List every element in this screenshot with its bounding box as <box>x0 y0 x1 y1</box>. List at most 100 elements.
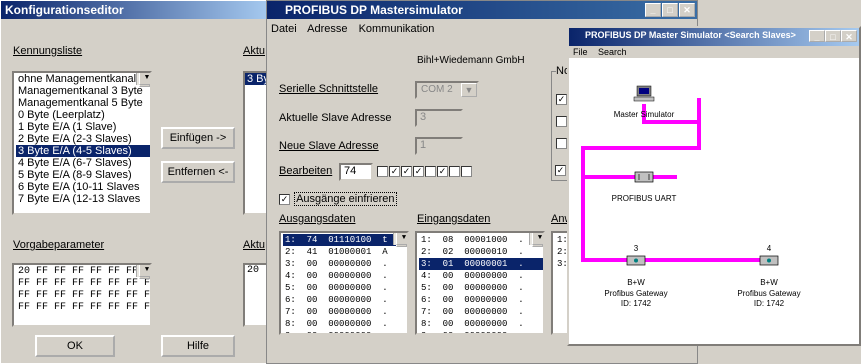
eingang-scrollbar[interactable]: ▲▼ <box>529 233 543 247</box>
uart-connector-icon[interactable] <box>634 171 654 183</box>
neue-label: Neue Slave Adresse <box>279 140 379 152</box>
bit-checkbox-4[interactable] <box>425 165 436 177</box>
kennungsliste-label: Kennungsliste <box>13 45 83 57</box>
kennungs-list-item[interactable]: 0 Byte (Leerplatz) <box>16 109 150 121</box>
eingang-row-item[interactable]: 2: 02 00000010 . <box>419 246 543 258</box>
kennungs-list-item[interactable]: 3 Byte E/A (4-5 Slaves) <box>16 145 150 157</box>
search-titlebar[interactable]: PROFIBUS DP Master Simulator <Search Sla… <box>569 28 859 46</box>
ausgang-scrollbar[interactable]: ▲▼ <box>393 233 407 247</box>
menu-search[interactable]: Search <box>598 47 627 57</box>
bit-checkboxes: ✓ ✓ ✓ ✓ <box>377 165 473 177</box>
bit-checkbox-5[interactable]: ✓ <box>437 165 448 177</box>
search-menubar: File Search <box>569 46 859 58</box>
no-checkbox-1[interactable]: ✓ <box>556 94 567 105</box>
master-title: PROFIBUS DP Mastersimulator <box>285 3 463 17</box>
kennungs-list-item[interactable]: Managementkanal 3 Byte <box>16 85 150 97</box>
ok-button[interactable]: OK <box>35 335 115 357</box>
menu-kommunikation[interactable]: Kommunikation <box>359 23 435 35</box>
bit-checkbox-1[interactable]: ✓ <box>389 165 400 177</box>
slave-3-id: ID: 1742 <box>620 299 652 308</box>
ausgaenge-checkbox[interactable]: ✓ <box>279 193 290 205</box>
master-node-label: Master Simulator <box>613 110 675 119</box>
konfig-titlebar[interactable]: Konfigurationseditor <box>1 1 269 19</box>
ausgang-row-item[interactable]: 3: 00 00000000 . <box>283 258 407 270</box>
bit-checkbox-7[interactable] <box>461 165 472 177</box>
kennungs-list-item[interactable]: 5 Byte E/A (8-9 Slaves) <box>16 169 150 181</box>
eingang-list[interactable]: 1: 08 00001000 . 2: 02 00000010 . 3: 01 00… <box>415 231 545 335</box>
kennungs-list-item[interactable]: 1 Byte E/A (1 Slave) <box>16 121 150 133</box>
menu-adresse[interactable]: Adresse <box>307 23 347 35</box>
ausgangsdaten-label: Ausgangsdaten <box>279 213 356 225</box>
seriell-select[interactable]: COM 2 ▼ <box>415 81 479 99</box>
ausgang-list[interactable]: 1: 74 01110100 t 2: 41 01000001 A 3: 00 00… <box>279 231 409 335</box>
ausgang-row-item[interactable]: 7: 00 00000000 . <box>283 306 407 318</box>
eingang-row-item[interactable]: 9: 00 00000000 . <box>419 330 543 333</box>
bit-checkbox-3[interactable]: ✓ <box>413 165 424 177</box>
vorgabe-line-item[interactable]: FF FF FF FF FF FF FF FF <box>16 278 150 290</box>
ausgang-row-item[interactable]: 1: 74 01110100 t <box>283 234 407 246</box>
kennungs-list-item[interactable]: Managementkanal 5 Byte <box>16 97 150 109</box>
eingang-row-item[interactable]: 1: 08 00001000 . <box>419 234 543 246</box>
slave-4-id: ID: 1742 <box>753 299 785 308</box>
ausgang-row-item[interactable]: 9: 00 00000000 . <box>283 330 407 333</box>
menu-file[interactable]: File <box>573 47 588 57</box>
vorgabe-line-item[interactable]: FF FF FF FF FF FF FF FF <box>16 302 150 314</box>
einfuegen-button[interactable]: Einfügen -> <box>161 127 235 149</box>
master-close-button[interactable]: ✕ <box>679 3 695 17</box>
no-checkbox-3[interactable] <box>556 138 567 149</box>
vorgabe-scrollbar[interactable]: ▲▼ <box>136 265 150 279</box>
eingang-row-item[interactable]: 4: 00 00000000 . <box>419 270 543 282</box>
vorgabe-line-item[interactable]: 20 FF FF FF FF FF FF FF <box>16 266 150 278</box>
master-titlebar[interactable]: PROFIBUS DP Mastersimulator _ □ ✕ <box>267 1 697 19</box>
slave-4-device-icon[interactable] <box>759 255 779 266</box>
konfig-window: Konfigurationseditor Kennungsliste Aktu … <box>0 0 273 364</box>
bearbeiten-label: Bearbeiten <box>279 165 333 177</box>
search-window: PROFIBUS DP Master Simulator <Search Sla… <box>567 26 861 346</box>
master-minimize-button[interactable]: _ <box>645 3 661 17</box>
bit-checkbox-0[interactable] <box>377 165 388 177</box>
ausgaenge-row[interactable]: ✓ Ausgänge einfrieren <box>279 192 397 206</box>
bit-checkbox-2[interactable]: ✓ <box>401 165 412 177</box>
vorgabe-line-item[interactable]: FF FF FF FF FF FF FF FF <box>16 290 150 302</box>
no-checkbox-2[interactable] <box>556 116 567 127</box>
seriell-label: Serielle Schnittstelle <box>279 83 379 95</box>
menu-datei[interactable]: Datei <box>271 23 297 35</box>
kennungs-list-item[interactable]: 2 Byte E/A (2-3 Slaves) <box>16 133 150 145</box>
search-maximize-button[interactable]: □ <box>825 30 841 42</box>
kennungs-list[interactable]: ohne Managementkanal (Managementkanal 3 … <box>12 71 152 215</box>
aktu2-label: Aktu <box>243 239 266 251</box>
vorgabe-list[interactable]: 20 FF FF FF FF FF FF FF FF FF FF FF FF FF… <box>12 263 152 327</box>
kennungs-list-item[interactable]: 7 Byte E/A (12-13 Slaves <box>16 193 150 205</box>
eingang-row-item[interactable]: 5: 00 00000000 . <box>419 282 543 294</box>
aktuelle-field[interactable]: 3 <box>415 109 463 127</box>
slave-4-addr: 4 <box>766 244 772 253</box>
neue-field[interactable]: 1 <box>415 137 463 155</box>
entfernen-button[interactable]: Entfernen <- <box>161 161 235 183</box>
uart-node-label: PROFIBUS UART <box>611 194 677 203</box>
aktuelle-label: Aktuelle Slave Adresse <box>279 112 392 124</box>
company-label: Bihl+Wiedemann GmbH <box>417 55 525 66</box>
ausgang-row-item[interactable]: 4: 00 00000000 . <box>283 270 407 282</box>
hilfe-button[interactable]: Hilfe <box>161 335 235 357</box>
slave-3-device-icon[interactable] <box>626 255 646 266</box>
kennungs-list-item[interactable]: ohne Managementkanal ( <box>16 73 150 85</box>
bit-checkbox-6[interactable] <box>449 165 460 177</box>
bearbeiten-field[interactable]: 74 <box>339 163 373 181</box>
eingang-row-item[interactable]: 6: 00 00000000 . <box>419 294 543 306</box>
kennungs-list-item[interactable]: 4 Byte E/A (6-7 Slaves) <box>16 157 150 169</box>
search-minimize-button[interactable]: _ <box>809 30 825 42</box>
ausgang-row-item[interactable]: 6: 00 00000000 . <box>283 294 407 306</box>
ausgang-row-item[interactable]: 2: 41 01000001 A <box>283 246 407 258</box>
search-close-button[interactable]: ✕ <box>841 30 857 42</box>
no-checkbox-4[interactable]: ✓ <box>555 165 566 176</box>
slave-4-name: B+W <box>760 278 778 287</box>
ausgang-row-item[interactable]: 8: 00 00000000 . <box>283 318 407 330</box>
master-maximize-button[interactable]: □ <box>662 3 678 17</box>
kennungs-list-item[interactable]: 6 Byte E/A (10-11 Slaves <box>16 181 150 193</box>
ausgang-row-item[interactable]: 5: 00 00000000 . <box>283 282 407 294</box>
kennungs-scrollbar[interactable]: ▲▼ <box>136 73 150 87</box>
master-computer-icon[interactable] <box>633 85 655 102</box>
eingang-row-item[interactable]: 8: 00 00000000 . <box>419 318 543 330</box>
eingang-row-item[interactable]: 3: 01 00000001 . <box>419 258 543 270</box>
eingang-row-item[interactable]: 7: 00 00000000 . <box>419 306 543 318</box>
